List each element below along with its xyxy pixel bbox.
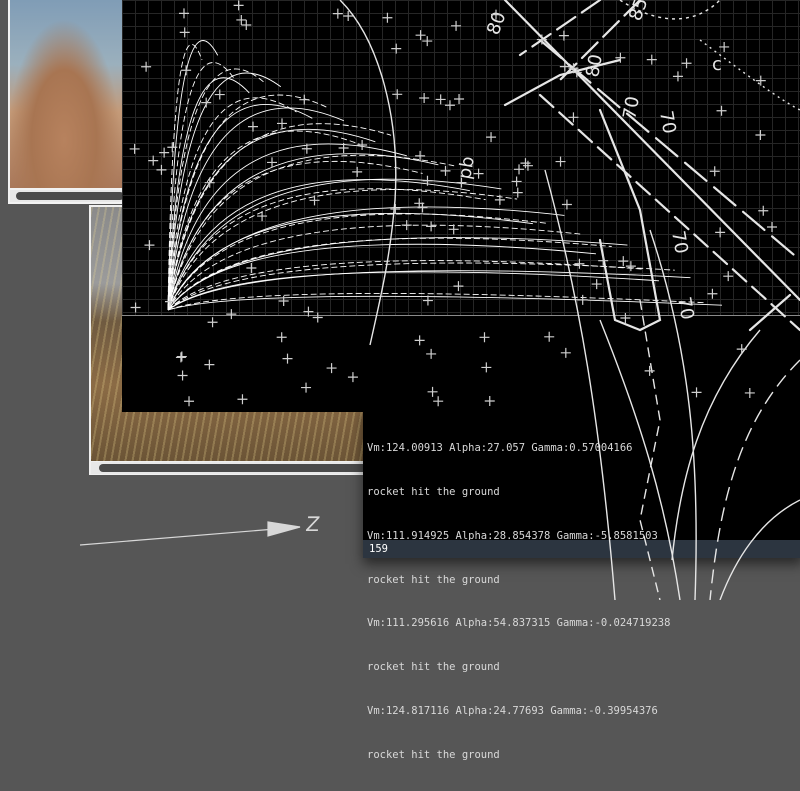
scroll-thumb[interactable] <box>16 192 124 200</box>
photo-window-sky[interactable] <box>8 0 132 204</box>
console-line: rocket hit the ground <box>367 573 500 586</box>
console-line: rocket hit the ground <box>367 748 500 761</box>
trajectory-path <box>167 262 675 311</box>
trajectory-plot-window[interactable] <box>122 0 800 412</box>
console-line: Vm:124.817116 Alpha:24.77693 Gamma:-0.39… <box>367 704 658 717</box>
trajectory-path <box>167 270 691 311</box>
trajectory-path <box>167 295 723 311</box>
scroll-thumb[interactable] <box>99 464 369 472</box>
console-status-bar: 159 <box>363 540 800 558</box>
console-line: Vm:111.295616 Alpha:54.837315 Gamma:-0.0… <box>367 617 671 630</box>
trajectory-path <box>167 161 423 311</box>
trajectory-canvas <box>167 40 723 311</box>
horizontal-scrollbar[interactable] <box>91 462 377 474</box>
z-axis-label: Z <box>304 512 322 536</box>
horizontal-scrollbar[interactable] <box>10 190 130 202</box>
trajectory-path <box>167 212 533 311</box>
trajectory-path <box>167 94 329 311</box>
trajectory-path <box>167 123 392 311</box>
trajectory-path <box>167 224 581 311</box>
trajectory-path <box>167 104 313 311</box>
console-line: Vm:124.00913 Alpha:27.057 Gamma:0.570041… <box>367 442 633 455</box>
trajectory-path <box>167 271 659 311</box>
sky-photo <box>10 0 130 188</box>
console-line: rocket hit the ground <box>367 661 500 674</box>
arrowhead-icon <box>267 521 301 537</box>
trajectory-path <box>167 154 455 311</box>
console-window[interactable]: Vm:124.00913 Alpha:27.057 Gamma:0.570041… <box>363 406 800 761</box>
console-line: rocket hit the ground <box>367 485 500 498</box>
z-axis-arrow <box>79 526 301 546</box>
console-output: Vm:124.00913 Alpha:27.057 Gamma:0.570041… <box>367 412 799 791</box>
